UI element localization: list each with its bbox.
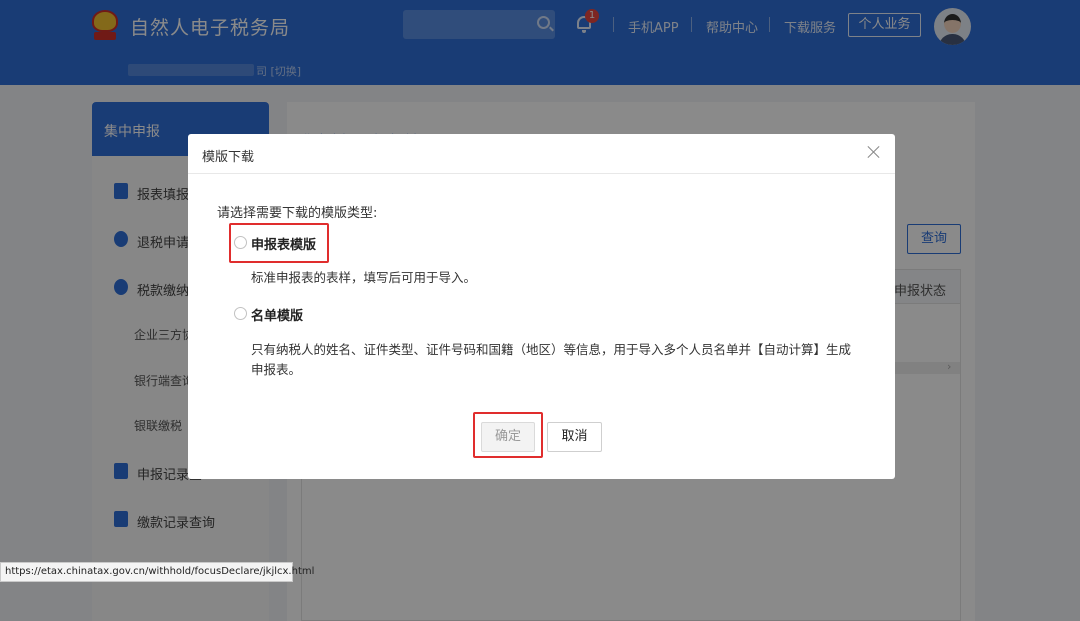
dialog-header: 模版下载 [188,134,895,174]
option-desc-declare-template: 标准申报表的表样，填写后可用于导入。 [251,270,477,285]
status-bar-url: https://etax.chinatax.gov.cn/withhold/fo… [0,562,314,582]
radio-list-template[interactable] [234,307,247,320]
dialog-title: 模版下载 [202,150,255,165]
dialog-prompt: 请选择需要下载的模版类型: [217,206,378,221]
radio-declare-template[interactable] [234,236,247,249]
option-desc-list-template: 只有纳税人的姓名、证件类型、证件号码和国籍（地区）等信息，用于导入多个人员名单并… [251,342,852,377]
cancel-button[interactable]: 取消 [547,422,602,452]
option-label-list-template[interactable]: 名单模版 [251,305,303,324]
option-label-declare-template[interactable]: 申报表模版 [251,234,316,253]
close-icon[interactable] [867,145,881,159]
confirm-button[interactable]: 确定 [481,422,535,452]
template-download-dialog: 模版下载 请选择需要下载的模版类型: 申报表模版 标准申报表的表样，填写后可用于… [188,134,895,479]
